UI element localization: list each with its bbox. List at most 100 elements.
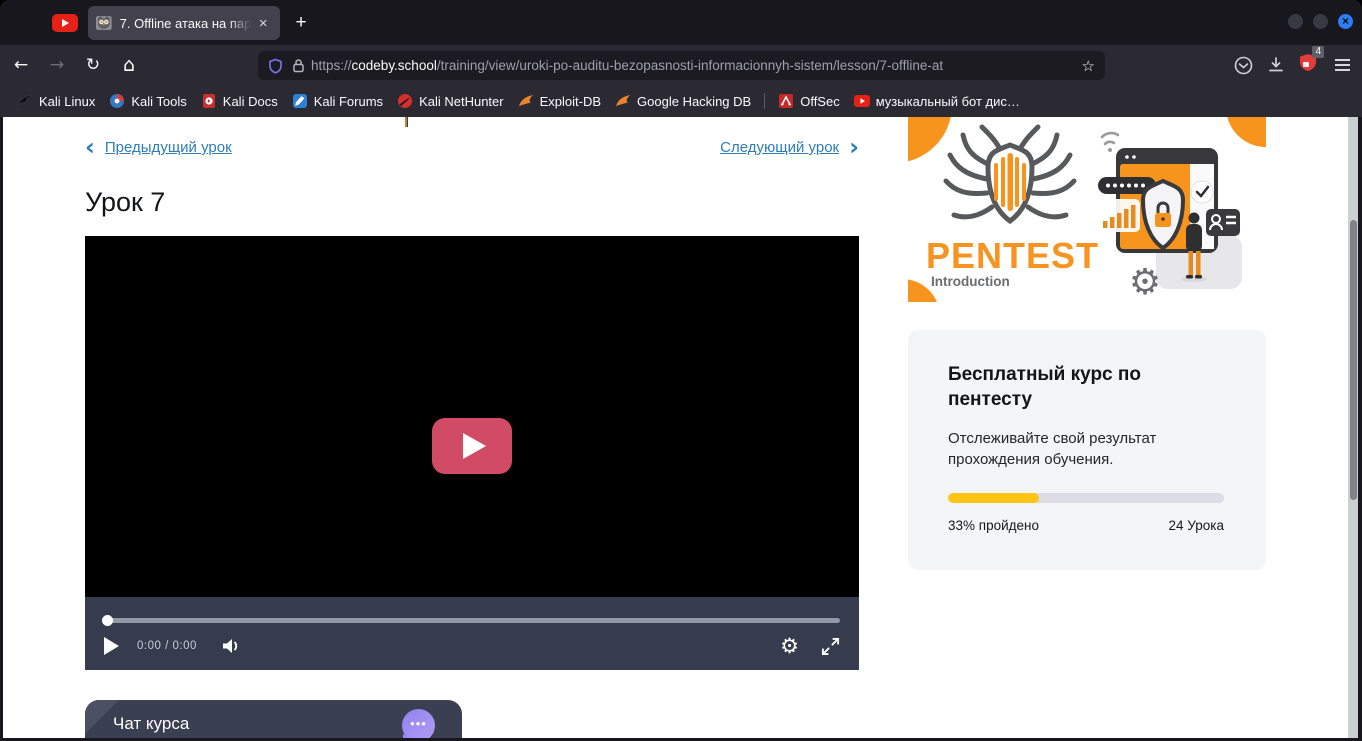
ghdb-bird-icon [615, 93, 631, 109]
course-card-title: Бесплатный курс по пентесту [948, 362, 1226, 412]
youtube-icon [854, 95, 870, 107]
fullscreen-icon[interactable] [821, 637, 840, 656]
bookmark-star-icon[interactable]: ☆ [1082, 57, 1095, 75]
course-banner[interactable]: PENTEST Introduction [908, 117, 1266, 302]
settings-gear-icon[interactable]: ⚙ [780, 634, 799, 658]
time-display: 0:00 / 0:00 [137, 640, 197, 652]
maximize-button[interactable] [1313, 14, 1328, 29]
prev-lesson-label[interactable]: Предыдущий урок [105, 139, 232, 156]
bookmark-offsec[interactable]: OffSec [771, 90, 847, 112]
toolbar-right-icons: 4 [1234, 45, 1354, 85]
scrollbar-thumb[interactable] [1350, 220, 1357, 500]
close-window-button[interactable]: × [1338, 14, 1353, 29]
video-player: 0:00 / 0:00 ⚙ [85, 236, 859, 670]
big-play-button[interactable] [432, 418, 512, 474]
prev-lesson-link[interactable]: ‹Предыдущий урок [85, 138, 232, 157]
url-domain: codeby.school [352, 58, 437, 73]
volume-icon[interactable] [221, 637, 243, 655]
bookmark-kali-linux[interactable]: Kali Linux [10, 90, 102, 112]
lock-icon[interactable] [292, 58, 305, 73]
kali-nethunter-icon [397, 93, 413, 109]
kali-forums-icon [292, 93, 308, 109]
window-controls: × [1288, 14, 1353, 29]
bookmark-label: Exploit-DB [540, 94, 601, 109]
tab-title: 7. Offline атака на пароли [120, 16, 253, 31]
url-bar[interactable]: https://codeby.school/training/view/urok… [258, 51, 1105, 80]
browser-window: 7. Offline атака на пароли × + × ← → ↻ ⌂… [0, 0, 1362, 741]
page-scrollbar[interactable] [1348, 117, 1358, 738]
minimize-button[interactable] [1288, 14, 1303, 29]
url-text[interactable]: https://codeby.school/training/view/urok… [311, 58, 1076, 73]
course-progress-card: Бесплатный курс по пентесту Отслеживайте… [908, 330, 1266, 570]
course-progress-fill [948, 493, 1039, 503]
back-icon[interactable]: ← [6, 51, 36, 79]
chevron-left-icon: ‹ [85, 133, 95, 161]
pinned-tab-youtube[interactable] [48, 13, 82, 33]
clipped-heading-fragment [405, 117, 408, 127]
kali-tools-icon [109, 93, 125, 109]
course-card-description: Отслеживайте свой результат прохождения … [948, 428, 1226, 470]
extension-badge: 4 [1312, 46, 1324, 58]
bookmark-google-hacking-db[interactable]: Google Hacking DB [608, 90, 758, 112]
reload-icon[interactable]: ↻ [78, 51, 108, 79]
bookmarks-bar: Kali Linux Kali Tools Kali Docs Kali For… [0, 85, 1362, 117]
bookmark-music-bot[interactable]: музыкальный бот дис… [847, 91, 1027, 112]
seek-thumb[interactable] [102, 615, 113, 626]
tab-close-icon[interactable]: × [254, 15, 272, 32]
youtube-icon [52, 14, 78, 32]
bookmark-label: Google Hacking DB [637, 94, 751, 109]
lesson-title: Урок 7 [85, 187, 165, 218]
progress-percent-label: 33% пройдено [948, 518, 1039, 533]
bookmark-label: Kali Forums [314, 94, 383, 109]
course-chat-widget[interactable]: Чат курса ••• [85, 700, 462, 738]
course-banner-illustration: PENTEST Introduction [908, 117, 1266, 302]
page-viewport: ‹Предыдущий урок Следующий урок› Урок 7 … [3, 117, 1358, 738]
player-controls-bar: 0:00 / 0:00 ⚙ [85, 597, 859, 670]
bookmark-label: Kali NetHunter [419, 94, 504, 109]
course-progress-bar [948, 493, 1224, 503]
kali-dragon-icon [17, 93, 33, 109]
bookmark-kali-tools[interactable]: Kali Tools [102, 90, 193, 112]
bookmark-label: OffSec [800, 94, 840, 109]
lesson-navigation: ‹Предыдущий урок Следующий урок› [85, 138, 859, 160]
downloads-icon[interactable] [1267, 56, 1285, 74]
codeby-favicon-owl-icon [96, 15, 112, 31]
bookmark-label: музыкальный бот дис… [876, 94, 1020, 109]
chat-bubble-icon[interactable]: ••• [402, 709, 435, 738]
home-icon[interactable]: ⌂ [114, 51, 144, 79]
bookmark-kali-docs[interactable]: Kali Docs [194, 90, 285, 112]
lessons-count-label: 24 Урока [1169, 518, 1224, 533]
bookmark-kali-nethunter[interactable]: Kali NetHunter [390, 90, 511, 112]
exploit-db-bird-icon [518, 93, 534, 109]
bookmark-kali-forums[interactable]: Kali Forums [285, 90, 390, 112]
video-screen[interactable] [85, 236, 859, 597]
play-button-icon[interactable] [104, 637, 119, 655]
adblock-extension-button[interactable]: 4 [1299, 53, 1317, 77]
kali-docs-icon [201, 93, 217, 109]
url-protocol: https:// [311, 58, 352, 73]
bookmarks-separator [764, 93, 765, 109]
bookmark-label: Kali Tools [131, 94, 186, 109]
time-total: 0:00 [173, 640, 197, 652]
svg-text:⚙: ⚙ [1129, 261, 1161, 302]
bookmark-exploit-db[interactable]: Exploit-DB [511, 90, 608, 112]
chevron-right-icon: › [849, 133, 859, 161]
new-tab-button[interactable]: + [288, 10, 314, 36]
tracking-protection-shield-icon[interactable] [268, 58, 283, 74]
time-current: 0:00 [137, 640, 161, 652]
next-lesson-link[interactable]: Следующий урок› [720, 138, 859, 157]
bookmark-label: Kali Docs [223, 94, 278, 109]
next-lesson-label[interactable]: Следующий урок [720, 139, 839, 156]
seek-bar[interactable] [104, 618, 840, 623]
banner-subtitle: Introduction [931, 274, 1010, 289]
active-tab[interactable]: 7. Offline атака на пароли × [88, 6, 280, 40]
time-separator: / [165, 640, 169, 652]
bookmark-label: Kali Linux [39, 94, 95, 109]
navigation-toolbar: ← → ↻ ⌂ https://codeby.school/training/v… [0, 45, 1362, 85]
menu-hamburger-icon[interactable] [1331, 55, 1354, 75]
tab-bar: 7. Offline атака на пароли × + × [0, 0, 1362, 45]
forward-icon[interactable]: → [42, 51, 72, 79]
chat-title: Чат курса [113, 714, 189, 734]
pocket-icon[interactable] [1234, 56, 1253, 75]
banner-title: PENTEST [926, 235, 1099, 276]
